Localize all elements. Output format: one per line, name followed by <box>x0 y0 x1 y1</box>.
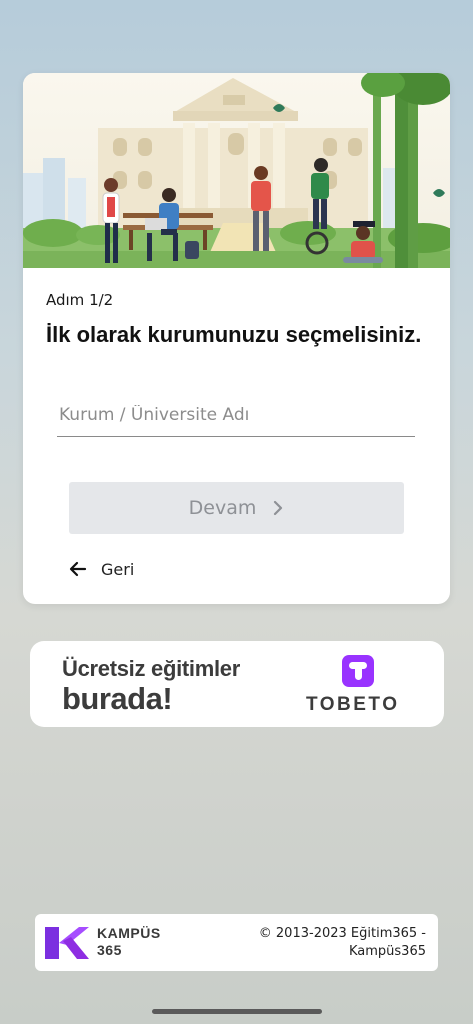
home-indicator[interactable] <box>152 1009 322 1014</box>
kampus365-logo-icon <box>45 927 89 959</box>
free-courses-banner[interactable]: Ücretsiz eğitimler burada! TOBETO <box>30 641 444 727</box>
banner-headline-line1: Ücretsiz eğitimler <box>62 656 241 681</box>
institution-selection-card: Adım 1/2 İlk olarak kurumunuzu seçmelisi… <box>23 73 450 604</box>
tobeto-logo-icon <box>342 655 374 687</box>
brand-name-line2: 365 <box>97 942 122 958</box>
campus-illustration <box>23 73 450 268</box>
step-indicator: Adım 1/2 <box>46 291 114 309</box>
continue-button-label: Devam <box>188 497 257 519</box>
arrow-left-icon <box>69 561 87 577</box>
brand-name-line1: KAMPÜS <box>97 925 161 941</box>
continue-button[interactable]: Devam <box>69 482 404 534</box>
back-button-label: Geri <box>101 559 135 579</box>
institution-search-input[interactable] <box>57 393 415 437</box>
tobeto-wordmark: TOBETO <box>306 694 400 715</box>
app-screen: Adım 1/2 İlk olarak kurumunuzu seçmelisi… <box>0 0 473 1024</box>
page-title: İlk olarak kurumunuzu seçmelisiniz. <box>46 322 422 347</box>
footer: KAMPÜS 365 © 2013-2023 Eğitim365 - Kampü… <box>35 914 438 971</box>
copyright-text: © 2013-2023 Eğitim365 - Kampüs365 <box>258 926 426 959</box>
banner-headline-line2: burada! <box>62 681 173 716</box>
back-button[interactable]: Geri <box>69 557 134 581</box>
chevron-right-icon <box>274 500 283 516</box>
